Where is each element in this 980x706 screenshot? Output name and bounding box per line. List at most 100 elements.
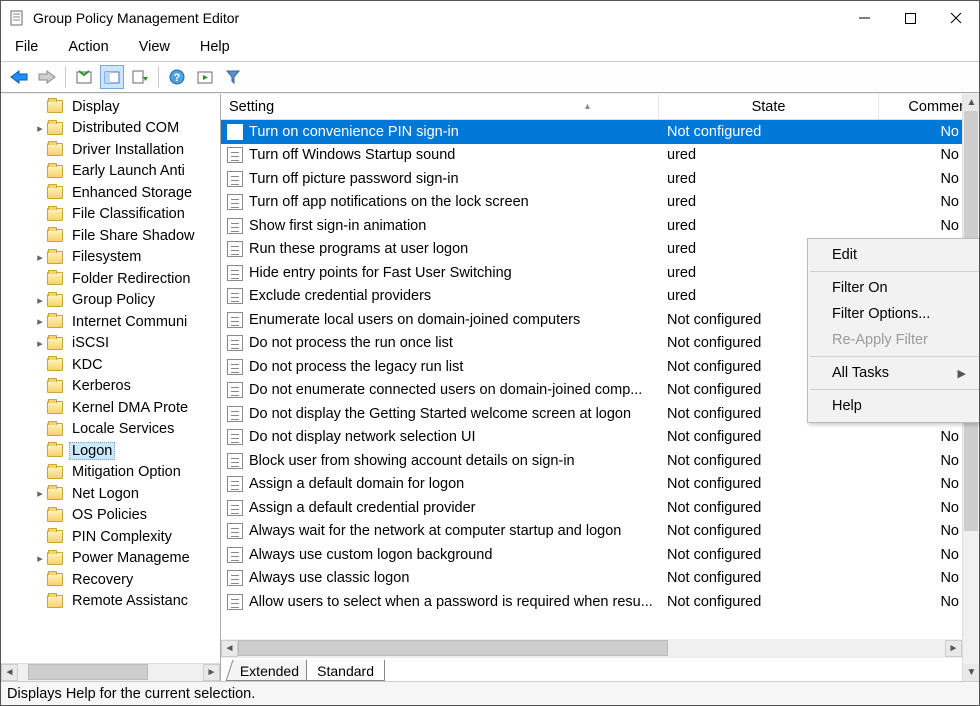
tree-item[interactable]: File Classification: [1, 204, 220, 226]
list-row[interactable]: Turn on convenience PIN sign-inNot confi…: [221, 120, 979, 144]
list-row[interactable]: Allow users to select when a password is…: [221, 590, 979, 614]
tree-item[interactable]: File Share Shadow: [1, 225, 220, 247]
back-button[interactable]: [7, 65, 31, 89]
minimize-button[interactable]: [841, 1, 887, 35]
context-item: Re-Apply Filter: [808, 327, 979, 353]
list-hscrollbar[interactable]: ◄ ►: [221, 639, 962, 657]
tree-item[interactable]: Early Launch Anti: [1, 161, 220, 183]
column-header-setting[interactable]: Setting▴: [221, 94, 659, 119]
list-scroll-right-button[interactable]: ►: [945, 640, 962, 657]
menu-help[interactable]: Help: [196, 37, 234, 57]
maximize-button[interactable]: [887, 1, 933, 35]
tree-item[interactable]: Driver Installation: [1, 139, 220, 161]
context-item[interactable]: Filter Options...: [808, 301, 979, 327]
setting-label: Turn on convenience PIN sign-in: [249, 124, 459, 140]
tree-pane: Display▸Distributed COM Driver Installati…: [1, 94, 221, 681]
list-row[interactable]: Always use custom logon backgroundNot co…: [221, 543, 979, 567]
context-item[interactable]: Help: [808, 393, 979, 419]
policy-options-button[interactable]: [72, 65, 96, 89]
tree-item[interactable]: Remote Assistanc: [1, 591, 220, 613]
scroll-right-button[interactable]: ►: [203, 664, 220, 681]
context-separator: [810, 271, 979, 272]
list-row[interactable]: Show first sign-in animationuredNo: [221, 214, 979, 238]
list-scroll-up-button[interactable]: ▲: [963, 94, 979, 111]
list-row[interactable]: Turn off app notifications on the lock s…: [221, 191, 979, 215]
expander-icon[interactable]: ▸: [33, 487, 47, 500]
context-item[interactable]: Filter On: [808, 275, 979, 301]
export-list-button[interactable]: [128, 65, 152, 89]
tree-item[interactable]: Locale Services: [1, 419, 220, 441]
setting-label: Turn off picture password sign-in: [249, 171, 459, 187]
folder-icon: [47, 380, 63, 393]
tree-item[interactable]: ▸Internet Communi: [1, 311, 220, 333]
list-row[interactable]: Always use classic logonNot configuredNo: [221, 567, 979, 591]
list-hscroll-thumb[interactable]: [238, 640, 668, 656]
tree-item[interactable]: ▸Filesystem: [1, 247, 220, 269]
hscroll-thumb[interactable]: [28, 664, 148, 680]
list-row[interactable]: Do not display network selection UINot c…: [221, 426, 979, 450]
expander-icon[interactable]: ▸: [33, 122, 47, 135]
list-scroll-left-button[interactable]: ◄: [221, 640, 238, 657]
list-scroll-down-button[interactable]: ▼: [963, 664, 979, 681]
filter-button[interactable]: [221, 65, 245, 89]
tree-item[interactable]: Kerberos: [1, 376, 220, 398]
expander-icon[interactable]: ▸: [33, 337, 47, 350]
help-button[interactable]: ?: [165, 65, 189, 89]
menu-view[interactable]: View: [135, 37, 174, 57]
context-item[interactable]: All Tasks▶: [808, 360, 979, 386]
list-row[interactable]: Block user from showing account details …: [221, 449, 979, 473]
setting-icon: [227, 547, 243, 563]
list-row[interactable]: Assign a default credential providerNot …: [221, 496, 979, 520]
column-header-state[interactable]: State: [659, 94, 879, 119]
tree-item[interactable]: ▸Group Policy: [1, 290, 220, 312]
setting-icon: [227, 523, 243, 539]
tree-item[interactable]: Folder Redirection: [1, 268, 220, 290]
tree-item[interactable]: KDC: [1, 354, 220, 376]
menu-file[interactable]: File: [11, 37, 42, 57]
tree-item[interactable]: Mitigation Option: [1, 462, 220, 484]
tree-item[interactable]: ▸Power Manageme: [1, 548, 220, 570]
setting-icon: [227, 288, 243, 304]
tree-item[interactable]: OS Policies: [1, 505, 220, 527]
list-row[interactable]: Turn off Windows Startup sounduredNo: [221, 144, 979, 168]
tree-item[interactable]: Display: [1, 96, 220, 118]
menu-action[interactable]: Action: [64, 37, 112, 57]
list-pane: Setting▴ State Commer Turn on convenienc…: [221, 94, 979, 681]
tree-item[interactable]: ▸ Net Logon: [1, 483, 220, 505]
state-cell: Not configured: [659, 429, 879, 445]
show-hide-tree-button[interactable]: [100, 65, 124, 89]
expander-icon[interactable]: ▸: [33, 552, 47, 565]
list-row[interactable]: Always wait for the network at computer …: [221, 520, 979, 544]
setting-icon: [227, 594, 243, 610]
expander-icon[interactable]: ▸: [33, 294, 47, 307]
tree-item-label: Net Logon: [69, 486, 142, 502]
context-item[interactable]: Edit: [808, 242, 979, 268]
expander-icon[interactable]: ▸: [33, 251, 47, 264]
status-text: Displays Help for the current selection.: [7, 686, 255, 702]
tree-item-label: Locale Services: [69, 421, 177, 437]
tree-body[interactable]: Display▸Distributed COM Driver Installati…: [1, 94, 220, 663]
tab-extended[interactable]: Extended: [226, 660, 314, 681]
folder-icon: [47, 100, 63, 113]
tree-item[interactable]: PIN Complexity: [1, 526, 220, 548]
list-row[interactable]: Assign a default domain for logonNot con…: [221, 473, 979, 497]
tree-item[interactable]: Recovery: [1, 569, 220, 591]
all-settings-button[interactable]: [193, 65, 217, 89]
tree-item[interactable]: Kernel DMA Prote: [1, 397, 220, 419]
tree-item-label: Driver Installation: [69, 142, 187, 158]
tree-item[interactable]: ▸iSCSI: [1, 333, 220, 355]
folder-icon: [47, 122, 63, 135]
scroll-left-button[interactable]: ◄: [1, 664, 18, 681]
close-button[interactable]: [933, 1, 979, 35]
tree-item[interactable]: ▸Distributed COM: [1, 118, 220, 140]
tree-hscrollbar[interactable]: ◄ ►: [1, 663, 220, 681]
setting-icon: [227, 453, 243, 469]
state-cell: ured: [659, 171, 879, 187]
tab-standard[interactable]: Standard: [306, 660, 385, 681]
list-row[interactable]: Turn off picture password sign-inuredNo: [221, 167, 979, 191]
content-area: Display▸Distributed COM Driver Installati…: [1, 93, 979, 681]
tree-item[interactable]: Enhanced Storage: [1, 182, 220, 204]
expander-icon[interactable]: ▸: [33, 315, 47, 328]
forward-button[interactable]: [35, 65, 59, 89]
tree-item[interactable]: Logon: [1, 440, 220, 462]
